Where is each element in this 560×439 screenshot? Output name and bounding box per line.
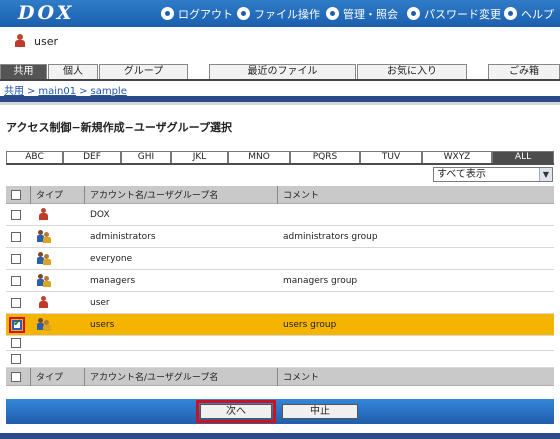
header-name: アカウント名/ユーザグループ名: [90, 191, 219, 201]
admin-link[interactable]: 管理・照会: [326, 0, 398, 27]
row-checkbox[interactable]: [11, 354, 21, 364]
next-button[interactable]: 次へ: [200, 404, 272, 419]
alphabet-tabs-divider: [6, 163, 554, 165]
header-divider-shadow: [0, 102, 560, 105]
row-checkbox[interactable]: [11, 275, 21, 286]
chevron-down-icon[interactable]: ▼: [539, 168, 552, 181]
group-icon: [37, 318, 51, 331]
table-header: タイプ アカウント名/ユーザグループ名 コメント: [6, 186, 554, 204]
account-comment: managers group: [283, 275, 358, 286]
group-icon: [37, 274, 51, 287]
refresh-icon: [407, 7, 420, 20]
account-comment: users group: [283, 319, 337, 330]
table-row[interactable]: managers managers group: [6, 270, 554, 292]
account-name: managers: [90, 275, 136, 286]
logout-link[interactable]: ログアウト: [161, 0, 233, 27]
tab-shared[interactable]: 共用: [0, 64, 47, 80]
breadcrumb: 共用 > main01 > sample: [4, 82, 127, 97]
select-all-checkbox[interactable]: [11, 371, 21, 382]
account-comment: administrators group: [283, 231, 378, 242]
header-comment: コメント: [283, 191, 320, 201]
footer-name: アカウント名/ユーザグループ名: [90, 373, 219, 383]
row-checkbox[interactable]: [11, 297, 21, 308]
account-name: users: [90, 319, 115, 330]
group-icon: [37, 230, 51, 243]
column-divider: [30, 186, 31, 204]
user-row: user: [0, 27, 560, 57]
user-icon: [38, 208, 49, 221]
user-icon: [38, 296, 49, 309]
filter-select[interactable]: すべて表示 ▼: [433, 167, 553, 182]
tab-favorites[interactable]: お気に入り: [357, 64, 467, 80]
select-all-checkbox[interactable]: [11, 189, 21, 200]
header-type: タイプ: [36, 191, 64, 201]
tab-group[interactable]: グループ: [99, 64, 188, 80]
cancel-button[interactable]: 中止: [282, 404, 358, 419]
account-name: user: [90, 297, 110, 308]
tab-divider: [0, 79, 560, 81]
file-ops-link[interactable]: ファイル操作: [237, 0, 320, 27]
group-icon: [37, 252, 51, 265]
account-name: DOX: [90, 209, 110, 220]
button-bar: [6, 399, 554, 424]
footer-type: タイプ: [36, 373, 64, 383]
account-name: everyone: [90, 253, 133, 264]
select-all-cell: [11, 186, 21, 203]
table-row[interactable]: everyone: [6, 248, 554, 270]
table-row[interactable]: user: [6, 292, 554, 314]
logout-icon: [161, 7, 174, 20]
app-logo: DOX: [18, 2, 75, 24]
tab-recent[interactable]: 最近のファイル: [209, 64, 356, 80]
table-row[interactable]: DOX: [6, 204, 554, 226]
user-name: user: [34, 35, 58, 48]
column-divider: [277, 186, 278, 204]
column-divider: [30, 368, 31, 386]
footer-divider: [0, 433, 560, 439]
row-checkbox[interactable]: [11, 253, 21, 264]
tab-personal[interactable]: 個人: [48, 64, 98, 80]
help-link[interactable]: ヘルプ: [504, 0, 554, 27]
admin-icon: [326, 7, 339, 20]
table-row-selected[interactable]: users users group: [6, 314, 554, 336]
table-footer-header: タイプ アカウント名/ユーザグループ名 コメント: [6, 368, 554, 386]
password-link[interactable]: パスワード変更: [407, 0, 501, 27]
page-title: アクセス制御−新規作成−ユーザグループ選択: [6, 121, 233, 134]
top-bar: DOX ログアウト ファイル操作 管理・照会 パスワード変更 ヘルプ: [0, 0, 560, 27]
row-checkbox-checked[interactable]: [12, 318, 22, 330]
filter-select-value: すべて表示: [437, 169, 486, 180]
account-name: administrators: [90, 231, 156, 242]
help-icon: [504, 7, 517, 20]
row-checkbox[interactable]: [11, 338, 21, 348]
empty-row[interactable]: [6, 351, 554, 368]
tab-trash[interactable]: ごみ箱: [488, 64, 560, 80]
footer-comment: コメント: [283, 373, 320, 383]
user-icon: [14, 34, 26, 48]
row-checkbox[interactable]: [11, 209, 21, 220]
file-ops-icon: [237, 7, 250, 20]
table-row[interactable]: administrators administrators group: [6, 226, 554, 248]
column-divider: [84, 368, 85, 386]
row-checkbox[interactable]: [11, 231, 21, 242]
column-divider: [277, 368, 278, 386]
column-divider: [84, 186, 85, 204]
main-tabs: 共用 個人 グループ 最近のファイル お気に入り ごみ箱: [0, 64, 560, 80]
empty-row[interactable]: [6, 336, 554, 351]
